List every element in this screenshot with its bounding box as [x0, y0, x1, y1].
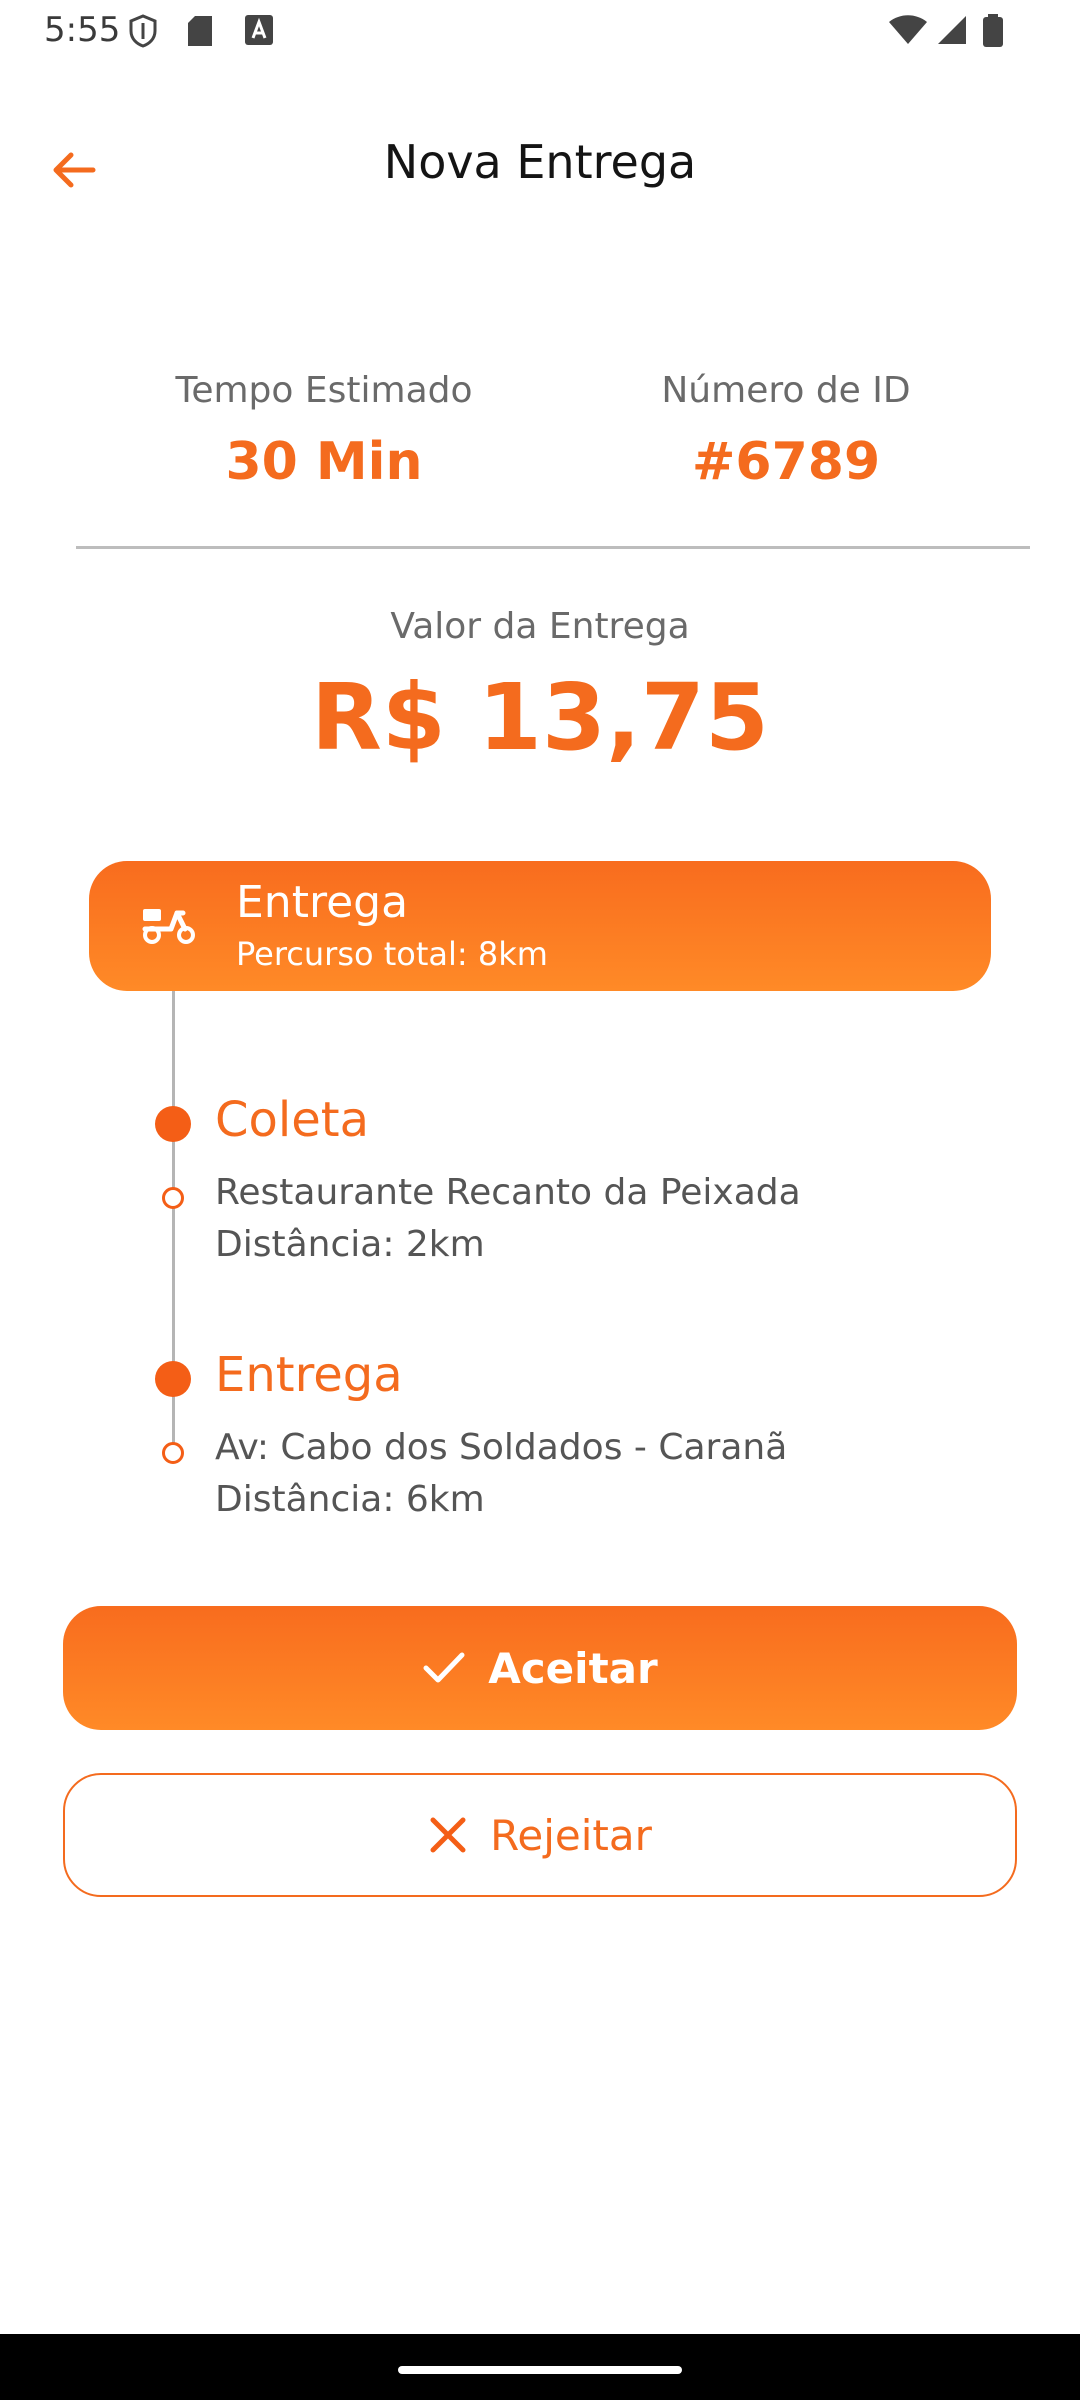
pickup-distance: Distância: 2km [215, 1224, 485, 1265]
accept-button[interactable]: Aceitar [63, 1606, 1017, 1730]
home-gesture-handle[interactable] [398, 2366, 682, 2374]
sd-card-icon [188, 16, 212, 46]
pickup-step-title: Coleta [215, 1092, 369, 1148]
order-id-label: Número de ID [661, 370, 911, 411]
dropoff-distance: Distância: 6km [215, 1479, 485, 1520]
reject-button[interactable]: Rejeitar [63, 1773, 1017, 1897]
check-icon [423, 1652, 465, 1683]
delivery-value-amount: R$ 13,75 [311, 664, 769, 771]
estimated-time-label: Tempo Estimado [175, 370, 473, 411]
estimated-time-value: 30 Min [225, 432, 423, 492]
shield-icon [129, 14, 157, 48]
reject-button-label: Rejeitar [490, 1810, 652, 1860]
battery-icon [983, 14, 1003, 47]
dropoff-place: Av: Cabo dos Soldados - Caranã [215, 1427, 788, 1468]
signal-icon [938, 16, 966, 44]
timeline-dot-pickup [155, 1106, 191, 1142]
timeline-dot-dropoff [155, 1361, 191, 1397]
delivery-value-label: Valor da Entrega [390, 606, 690, 647]
route-summary-card: Entrega Percurso total: 8km [89, 861, 991, 991]
timeline-subdot-dropoff [162, 1442, 184, 1464]
route-total-distance: Percurso total: 8km [236, 935, 548, 973]
wifi-icon [889, 15, 927, 44]
accept-button-label: Aceitar [488, 1643, 658, 1693]
pickup-place: Restaurante Recanto da Peixada [215, 1172, 801, 1213]
status-time: 5:55 [44, 10, 121, 50]
scooter-icon [142, 909, 195, 944]
page-title: Nova Entrega [383, 135, 697, 189]
route-title: Entrega [236, 877, 409, 928]
order-id-value: #6789 [691, 432, 881, 492]
text-a-icon [245, 15, 273, 45]
divider [76, 546, 1030, 549]
dropoff-step-title: Entrega [215, 1347, 403, 1403]
close-icon [430, 1817, 466, 1853]
timeline-subdot-pickup [162, 1187, 184, 1209]
